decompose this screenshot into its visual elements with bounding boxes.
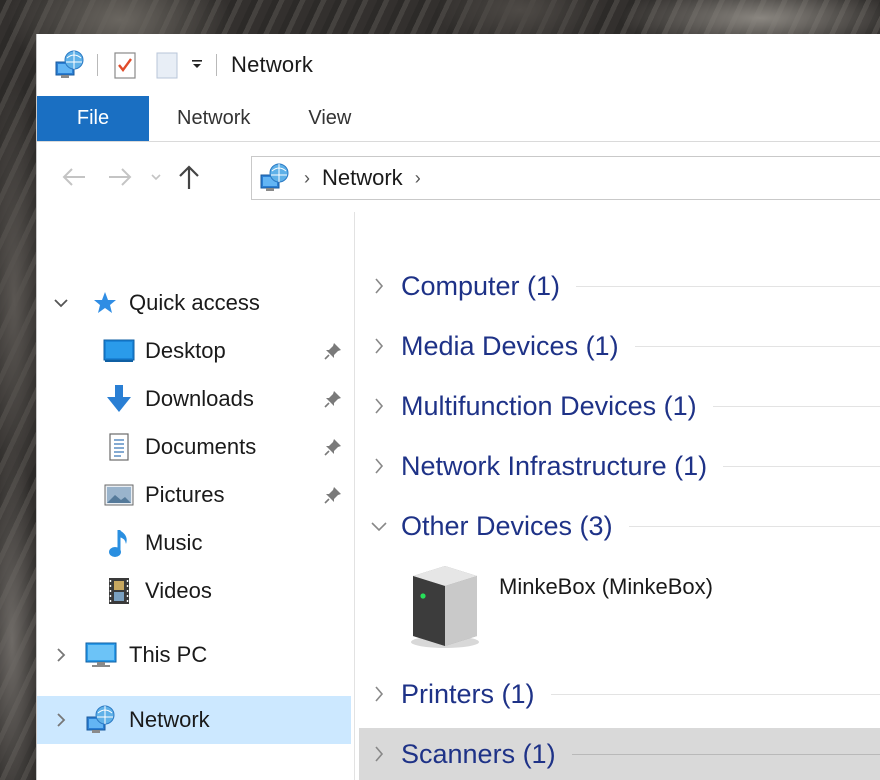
pin-icon[interactable] [321, 387, 345, 411]
ribbon-tabs: File Network View [37, 96, 880, 142]
network-icon [258, 163, 292, 193]
pictures-icon [101, 477, 137, 513]
up-arrow-icon[interactable] [169, 157, 209, 197]
device-label: MinkeBox (MinkeBox) [499, 574, 713, 599]
chevron-down-icon[interactable] [51, 293, 71, 313]
back-arrow-icon[interactable] [51, 157, 97, 197]
pin-icon[interactable] [321, 339, 345, 363]
sidebar-item-desktop[interactable]: Desktop [37, 328, 351, 374]
content-pane: Computer (1) Media Devices (1) Multifunc… [357, 212, 880, 780]
sidebar-item-documents[interactable]: Documents [37, 424, 351, 470]
music-icon [101, 525, 137, 561]
group-header-multifunction-devices[interactable]: Multifunction Devices (1) [359, 380, 880, 432]
group-divider [723, 465, 880, 467]
toolbar-separator [216, 54, 217, 76]
desktop-icon [101, 333, 137, 369]
chevron-right-icon[interactable] [359, 337, 399, 355]
sidebar-item-videos[interactable]: Videos [37, 568, 351, 614]
title-bar: Network [37, 34, 880, 96]
customize-dropdown-icon[interactable] [188, 57, 206, 74]
group-header-media-devices[interactable]: Media Devices (1) [359, 320, 880, 372]
star-icon [87, 285, 123, 321]
documents-icon [101, 429, 137, 465]
chevron-right-icon[interactable] [359, 277, 399, 295]
group-divider [634, 345, 880, 347]
breadcrumb-separator-icon[interactable]: › [304, 168, 310, 189]
chevron-down-icon[interactable] [359, 520, 399, 532]
navigation-pane: Quick access Desktop Downloads Documents… [37, 212, 355, 780]
videos-icon [101, 573, 137, 609]
navigation-bar: › Network › [37, 142, 880, 212]
new-folder-icon[interactable] [150, 48, 184, 82]
group-divider [712, 405, 880, 407]
sidebar-item-quick-access[interactable]: Quick access [37, 280, 351, 326]
sidebar-item-label: Music [145, 530, 203, 555]
group-label: Network Infrastructure (1) [401, 450, 708, 481]
tab-network[interactable]: Network [149, 96, 278, 141]
tab-file[interactable]: File [37, 96, 149, 141]
chevron-right-icon[interactable] [359, 745, 399, 763]
group-header-scanners[interactable]: Scanners (1) [359, 728, 880, 780]
sidebar-item-label: Downloads [145, 386, 254, 411]
pin-icon[interactable] [321, 483, 345, 507]
sidebar-item-music[interactable]: Music [37, 520, 351, 566]
forward-arrow-icon[interactable] [97, 157, 143, 197]
computer-icon [83, 637, 119, 673]
chevron-right-icon[interactable] [359, 457, 399, 475]
group-header-computer[interactable]: Computer (1) [359, 260, 880, 312]
sidebar-item-label: Documents [145, 434, 257, 459]
group-label: Computer (1) [401, 270, 561, 301]
group-divider [628, 525, 880, 527]
sidebar-item-label: Quick access [129, 290, 260, 315]
file-explorer-window: Network File Network View › Network › Qu… [36, 34, 880, 780]
device-item-minkebox[interactable]: MinkeBox (MinkeBox) [405, 562, 785, 658]
sidebar-item-label: Videos [145, 578, 212, 603]
sidebar-item-label: Pictures [145, 482, 225, 507]
chevron-right-icon[interactable] [51, 710, 71, 730]
group-divider [550, 693, 880, 695]
sidebar-item-this-pc[interactable]: This PC [37, 632, 351, 678]
sidebar-item-pictures[interactable]: Pictures [37, 472, 351, 518]
sidebar-item-label: Network [129, 707, 210, 732]
sidebar-item-network[interactable]: Network [37, 696, 351, 744]
group-divider [576, 285, 880, 287]
breadcrumb-separator-icon[interactable]: › [415, 168, 421, 189]
group-label: Media Devices (1) [401, 330, 619, 361]
network-icon [83, 702, 119, 738]
group-label: Other Devices (3) [401, 510, 613, 541]
group-label: Printers (1) [401, 678, 535, 709]
chevron-right-icon[interactable] [359, 397, 399, 415]
sidebar-item-label: This PC [129, 642, 208, 667]
sidebar-item-downloads[interactable]: Downloads [37, 376, 351, 422]
sidebar-item-label: Desktop [145, 338, 226, 363]
group-header-printers[interactable]: Printers (1) [359, 668, 880, 720]
downloads-icon [101, 381, 137, 417]
group-divider [571, 753, 880, 755]
tab-view[interactable]: View [278, 96, 379, 141]
network-icon[interactable] [53, 48, 87, 82]
toolbar-separator [97, 54, 98, 76]
recent-locations-chevron-icon[interactable] [143, 157, 169, 197]
chevron-right-icon[interactable] [51, 645, 71, 665]
pin-icon[interactable] [321, 435, 345, 459]
window-title: Network [231, 52, 314, 77]
group-label: Multifunction Devices (1) [401, 390, 697, 421]
address-bar[interactable]: › Network › [251, 156, 880, 200]
chevron-right-icon[interactable] [359, 685, 399, 703]
group-header-other-devices[interactable]: Other Devices (3) [359, 500, 880, 552]
group-label: Scanners (1) [401, 738, 556, 769]
properties-icon[interactable] [108, 48, 142, 82]
server-icon [405, 562, 485, 652]
breadcrumb-network[interactable]: Network [322, 165, 403, 191]
group-header-network-infrastructure[interactable]: Network Infrastructure (1) [359, 440, 880, 492]
